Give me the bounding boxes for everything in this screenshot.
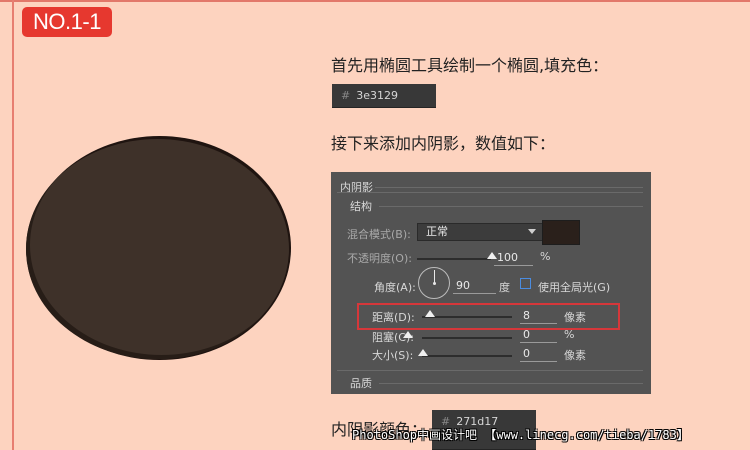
blend-mode-select[interactable]: 正常	[417, 223, 543, 241]
angle-dial-center	[433, 282, 436, 285]
top-divider	[0, 0, 750, 2]
opacity-input[interactable]: 100	[494, 250, 533, 266]
shadow-color-swatch[interactable]	[542, 220, 580, 245]
title-divider	[375, 187, 643, 188]
fill-color-field[interactable]: #3e3129	[332, 84, 436, 108]
angle-input[interactable]: 90	[453, 278, 496, 294]
blend-mode-value: 正常	[426, 225, 448, 238]
opacity-unit: %	[540, 250, 551, 263]
size-label: 大小(S):	[372, 349, 414, 362]
angle-unit: 度	[499, 281, 510, 294]
size-slider[interactable]	[422, 355, 512, 357]
opacity-label: 不透明度(O):	[347, 252, 412, 265]
watermark: PhotoShop中画设计吧 【www.linecg.com/tieba/178…	[352, 428, 689, 442]
structure-divider	[379, 206, 643, 207]
step1-text: 首先用椭圆工具绘制一个椭圆,填充色：	[331, 56, 609, 75]
quality-group-border	[337, 370, 643, 371]
chevron-down-icon	[528, 229, 536, 234]
distance-highlight-box	[357, 303, 620, 330]
structure-group-border	[337, 192, 643, 193]
step-badge: NO.1-1	[22, 7, 112, 37]
choke-input[interactable]: 0	[520, 327, 557, 343]
ellipse-shape	[26, 139, 289, 359]
opacity-slider[interactable]	[417, 258, 491, 260]
inner-shadow-panel: 内阴影 结构 混合模式(B): 正常 不透明度(O): 100 % 角度(A):…	[331, 172, 651, 394]
angle-dial[interactable]	[418, 267, 450, 299]
fill-color-value: 3e3129	[356, 89, 398, 102]
global-light-checkbox[interactable]	[520, 278, 531, 289]
step2-text: 接下来添加内阴影，数值如下：	[331, 134, 556, 153]
choke-slider-thumb[interactable]	[403, 331, 413, 338]
choke-unit: %	[564, 328, 575, 341]
left-divider	[12, 0, 14, 450]
quality-divider	[379, 383, 643, 384]
structure-heading: 结构	[350, 200, 372, 213]
quality-heading: 品质	[350, 377, 372, 390]
choke-slider[interactable]	[422, 337, 512, 339]
size-slider-thumb[interactable]	[418, 349, 428, 356]
angle-label: 角度(A):	[374, 281, 416, 294]
size-input[interactable]: 0	[520, 346, 557, 362]
global-light-label: 使用全局光(G)	[538, 281, 611, 294]
size-unit: 像素	[564, 349, 586, 362]
blend-mode-label: 混合模式(B):	[347, 228, 411, 241]
hash-label: #	[341, 89, 351, 102]
